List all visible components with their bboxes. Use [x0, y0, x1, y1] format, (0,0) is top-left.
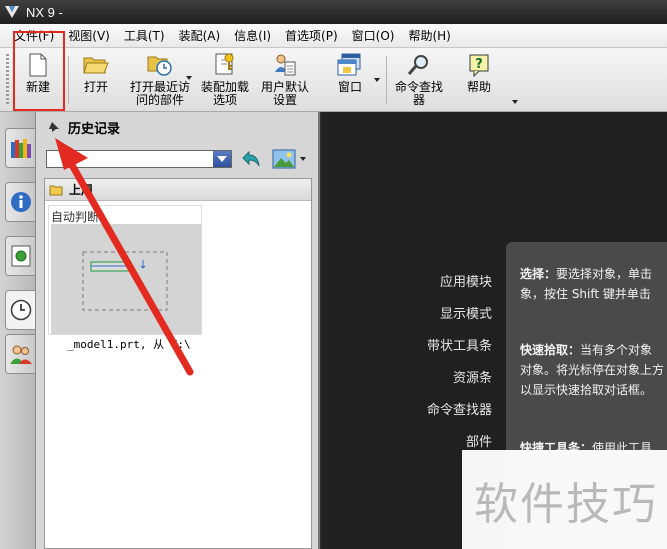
chevron-down-icon [217, 156, 227, 162]
user-defaults-button[interactable]: 用户默认 设置 [258, 52, 312, 107]
menu-help[interactable]: 帮助(H) [408, 27, 450, 44]
open-folder-icon [83, 52, 109, 78]
window-icon [337, 52, 363, 78]
nav-display-mode[interactable]: 显示模式 [440, 303, 492, 322]
back-arrow-icon [242, 150, 260, 167]
menu-window[interactable]: 窗口(O) [352, 27, 395, 44]
history-group-label: 上周 [69, 183, 94, 197]
help-button[interactable]: ? 帮助 [461, 52, 497, 94]
watermark: 软件技巧 [462, 450, 667, 549]
view-style-button[interactable] [272, 147, 308, 171]
roles-icon [9, 345, 32, 364]
menu-bar: 文件(F) 视图(V) 工具(T) 装配(A) 信息(I) 首选项(P) 窗口(… [0, 24, 667, 48]
open-recent-label-2: 问的部件 [135, 93, 184, 107]
nav-ribbon[interactable]: 带状工具条 [427, 335, 492, 354]
svg-text:?: ? [475, 57, 483, 72]
tip-select: 选择：要选择对象，单击 [520, 267, 653, 281]
resource-tab-web-browser[interactable] [5, 236, 35, 276]
nav-parts[interactable]: 部件 [466, 431, 492, 450]
menu-information[interactable]: 信息(I) [234, 27, 271, 44]
watermark-text: 软件技巧 [474, 479, 658, 530]
part-thumbnail [51, 224, 201, 334]
window-label: 窗口 [337, 80, 362, 94]
user-defaults-label-2: 设置 [272, 93, 297, 107]
toolbar-separator [386, 56, 387, 104]
window-dropdown-arrow[interactable] [374, 78, 380, 82]
tip-select-cont: 象，按住 Shift 键并单击 [520, 287, 651, 301]
web-page-icon [11, 245, 30, 267]
assembly-load-options-button[interactable]: 装配加载 选项 [198, 52, 252, 107]
history-group-last-week[interactable]: 上周 [45, 179, 311, 201]
help-icon: ? [466, 52, 492, 78]
nav-applications[interactable]: 应用模块 [440, 271, 492, 290]
user-defaults-icon [272, 52, 298, 78]
resource-tab-assembly-navigator[interactable] [5, 128, 35, 168]
history-panel-header: 历史记录 [36, 112, 320, 142]
standard-toolbar: 新建 打开 打开最近访 问的部件 装配加载 选项 用户默认 设置 窗口 命令查找… [0, 48, 667, 112]
menu-tools[interactable]: 工具(T) [124, 27, 165, 44]
annotation-highlight-box [13, 31, 65, 111]
recent-parts-icon [147, 52, 173, 78]
history-panel: 历史记录 上周 自动判断 _model1.prt, 从 F:\ [36, 112, 320, 549]
help-label: 帮助 [466, 80, 491, 94]
nav-resource-bar[interactable]: 资源条 [453, 367, 492, 386]
magnifier-icon [406, 52, 432, 78]
menu-preferences[interactable]: 首选项(P) [285, 27, 338, 44]
back-button[interactable] [240, 148, 262, 170]
title-bar: NX 9 - [0, 0, 667, 24]
pin-icon[interactable] [48, 121, 60, 133]
view-style-dropdown-arrow[interactable] [300, 157, 306, 161]
combo-dropdown-button[interactable] [213, 151, 231, 167]
tip-quick-pick-cont: 对象。将光标停在对象上方 [520, 363, 665, 377]
menu-view[interactable]: 视图(V) [68, 27, 110, 44]
assembly-load-label-2: 选项 [212, 93, 237, 107]
history-filter-combo[interactable] [46, 150, 232, 168]
open-recent-dropdown-arrow[interactable] [186, 76, 192, 80]
window-title: NX 9 - [26, 4, 63, 20]
folder-icon [49, 185, 63, 195]
toolbar-separator [68, 56, 69, 104]
resource-tab-history[interactable] [5, 290, 35, 330]
resource-tab-roles[interactable] [5, 334, 35, 374]
toolbar-options-arrow[interactable] [512, 100, 518, 104]
history-item-name: _model1.prt, 从 F:\ [67, 338, 191, 351]
open-label: 打开 [83, 80, 108, 94]
open-recent-button[interactable]: 打开最近访 问的部件 [128, 52, 192, 107]
window-button[interactable]: 窗口 [332, 52, 368, 94]
resource-tab-info[interactable] [5, 182, 35, 222]
part-preview-image [82, 251, 168, 311]
info-icon [10, 192, 31, 212]
history-item-tag: 自动判断 [51, 210, 100, 224]
clock-icon [10, 299, 31, 321]
assembly-load-icon [212, 52, 238, 78]
resource-bar [0, 112, 36, 549]
open-button[interactable]: 打开 [78, 52, 114, 94]
menu-assembly[interactable]: 装配(A) [179, 27, 221, 44]
tip-quick-pick-cont2: 以显示快速拾取对话框。 [520, 383, 653, 397]
nx-logo-icon [5, 6, 19, 18]
nav-command-finder[interactable]: 命令查找器 [427, 399, 492, 418]
thumbnail-view-icon [272, 149, 296, 169]
command-finder-button[interactable]: 命令查找 器 [392, 52, 446, 107]
toolbar-grip[interactable] [6, 54, 9, 106]
history-title: 历史记录 [68, 121, 121, 137]
history-list: 上周 自动判断 _model1.prt, 从 F:\ [44, 178, 312, 549]
tip-quick-pick: 快速拾取：当有多个对象 [520, 343, 653, 357]
command-finder-label-2: 器 [412, 93, 425, 107]
books-icon [10, 139, 31, 158]
history-item-card[interactable]: 自动判断 [48, 205, 202, 335]
